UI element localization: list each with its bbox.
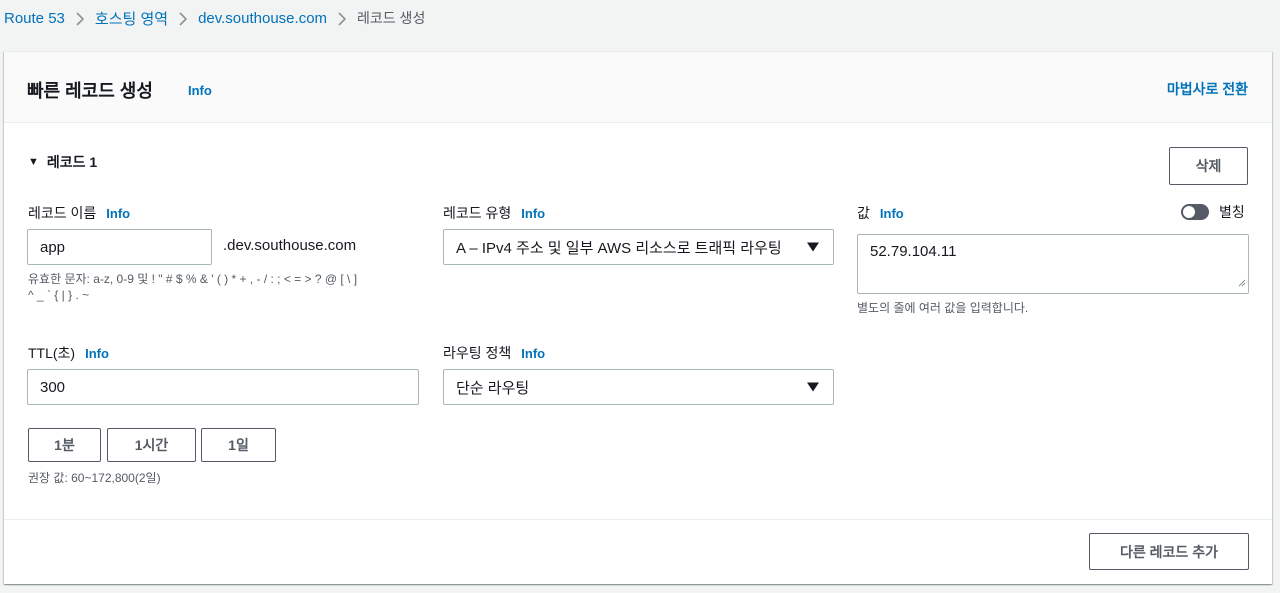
routing-policy-label-text: 라우팅 정책 bbox=[443, 345, 512, 361]
delete-button[interactable]: 삭제 bbox=[1169, 147, 1248, 185]
record-name-input[interactable]: app bbox=[27, 229, 212, 265]
resize-grip-icon[interactable] bbox=[1238, 274, 1246, 291]
ttl-preset-1min-button[interactable]: 1분 bbox=[28, 428, 101, 462]
value-text: 52.79.104.11 bbox=[870, 243, 957, 260]
value-info-link[interactable]: Info bbox=[880, 206, 904, 221]
ttl-label-text: TTL(초) bbox=[28, 345, 76, 361]
value-label: 값 Info bbox=[857, 203, 904, 223]
page-title: 빠른 레코드 생성 bbox=[27, 81, 153, 101]
caret-down-icon bbox=[807, 379, 819, 396]
breadcrumb-route53[interactable]: Route 53 bbox=[4, 10, 65, 27]
title-info-link[interactable]: Info bbox=[188, 83, 212, 98]
record-name-info-link[interactable]: Info bbox=[106, 206, 130, 221]
chevron-right-icon bbox=[168, 10, 198, 27]
ttl-preset-1day-button[interactable]: 1일 bbox=[201, 428, 276, 462]
record-name-hint-line2: ^ _ ` { | } . ~ bbox=[28, 288, 90, 302]
record-name-hint: 유효한 문자: a-z, 0-9 및 ! " # $ % & ' ( ) * +… bbox=[28, 271, 357, 303]
footer-divider bbox=[4, 519, 1272, 520]
record-1-label: 레코드 1 bbox=[46, 154, 98, 170]
record-type-info-link[interactable]: Info bbox=[521, 206, 545, 221]
record-type-label-text: 레코드 유형 bbox=[443, 205, 512, 221]
record-name-hint-line1: 유효한 문자: a-z, 0-9 및 ! " # $ % & ' ( ) * +… bbox=[28, 272, 358, 286]
routing-policy-info-link[interactable]: Info bbox=[521, 346, 545, 361]
chevron-right-icon bbox=[327, 10, 357, 27]
record-type-value: A – IPv4 주소 및 일부 AWS 리소스로 트래픽 라우팅 bbox=[456, 239, 782, 257]
record-type-label: 레코드 유형 Info bbox=[443, 203, 545, 223]
switch-to-wizard-link[interactable]: 마법사로 전환 bbox=[1167, 79, 1248, 99]
ttl-info-link[interactable]: Info bbox=[85, 346, 109, 361]
panel-header: 빠른 레코드 생성 Info 마법사로 전환 bbox=[4, 52, 1272, 123]
caret-down-icon: ▼ bbox=[28, 156, 39, 168]
record-name-label-text: 레코드 이름 bbox=[28, 205, 97, 221]
chevron-right-icon bbox=[65, 10, 95, 27]
ttl-preset-1hour-button[interactable]: 1시간 bbox=[107, 428, 196, 462]
breadcrumb-hosted-zones[interactable]: 호스팅 영역 bbox=[95, 8, 168, 29]
ttl-input[interactable]: 300 bbox=[27, 369, 419, 405]
record-name-label: 레코드 이름 Info bbox=[28, 203, 130, 223]
alias-label: 별칭 bbox=[1219, 204, 1245, 220]
alias-switch[interactable] bbox=[1181, 204, 1209, 220]
ttl-hint: 권장 값: 60~172,800(2일) bbox=[28, 471, 161, 485]
record-1-toggle[interactable]: ▼ 레코드 1 bbox=[28, 152, 97, 172]
quick-create-panel: 빠른 레코드 생성 Info 마법사로 전환 ▼ 레코드 1 삭제 레코드 이름… bbox=[4, 51, 1272, 584]
caret-down-icon bbox=[807, 239, 819, 256]
add-another-record-button[interactable]: 다른 레코드 추가 bbox=[1089, 533, 1249, 570]
ttl-label: TTL(초) Info bbox=[28, 343, 109, 363]
routing-policy-value: 단순 라우팅 bbox=[456, 379, 530, 397]
record-type-select[interactable]: A – IPv4 주소 및 일부 AWS 리소스로 트래픽 라우팅 bbox=[443, 229, 834, 265]
breadcrumb-current: 레코드 생성 bbox=[357, 10, 426, 26]
value-label-text: 값 bbox=[857, 205, 870, 221]
breadcrumb-zone[interactable]: dev.southouse.com bbox=[198, 10, 327, 27]
value-textarea[interactable]: 52.79.104.11 bbox=[857, 234, 1249, 294]
domain-suffix: .dev.southouse.com bbox=[223, 237, 357, 254]
routing-policy-select[interactable]: 단순 라우팅 bbox=[443, 369, 834, 405]
routing-policy-label: 라우팅 정책 Info bbox=[443, 343, 545, 363]
breadcrumb: Route 53 호스팅 영역 dev.southouse.com 레코드 생성 bbox=[4, 8, 425, 28]
value-hint: 별도의 줄에 여러 값을 입력합니다. bbox=[857, 301, 1029, 315]
alias-toggle[interactable]: 별칭 bbox=[1181, 202, 1245, 222]
